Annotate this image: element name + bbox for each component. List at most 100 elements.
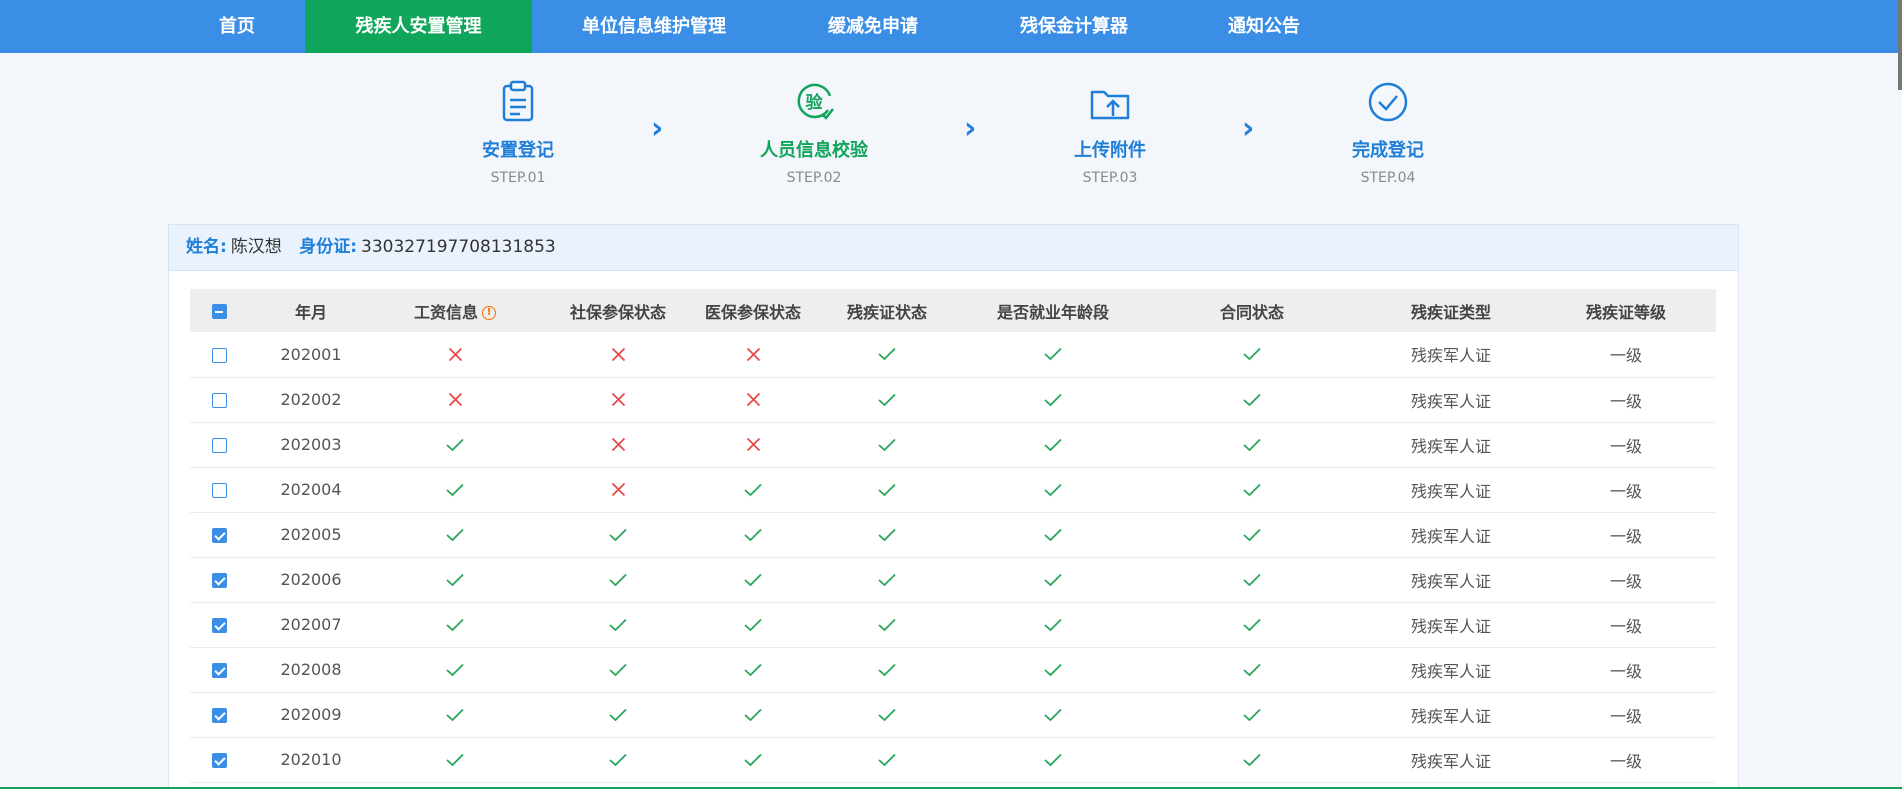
check-icon	[374, 483, 536, 497]
social-status-cell	[536, 377, 700, 423]
row-checkbox[interactable]	[211, 663, 227, 678]
nav-item-reduction-apply[interactable]: 缓减免申请	[818, 0, 928, 53]
check-icon	[968, 753, 1138, 767]
step-arrow-icon: ›	[964, 111, 977, 146]
check-icon	[700, 753, 806, 767]
row-select-cell	[190, 647, 248, 693]
window-edge	[1898, 0, 1902, 90]
row-checkbox[interactable]	[211, 347, 227, 363]
col-social: 社保参保状态	[536, 289, 700, 332]
cert-level-cell: 一级	[1536, 737, 1716, 783]
step-arrow-icon: ›	[651, 111, 664, 146]
check-icon	[806, 618, 968, 632]
step-number: STEP.02	[786, 170, 842, 186]
check-icon	[536, 663, 700, 677]
contract-status-cell	[1138, 467, 1366, 513]
col-age: 是否就业年龄段	[968, 289, 1138, 332]
contract-status-cell	[1138, 512, 1366, 558]
contract-status-cell	[1138, 737, 1366, 783]
table-row: 202008 残疾军人证 一级	[190, 647, 1716, 693]
row-checkbox[interactable]	[211, 393, 227, 408]
check-icon	[968, 393, 1138, 407]
row-checkbox[interactable]	[211, 528, 227, 543]
check-icon	[1138, 438, 1366, 452]
cross-icon	[700, 437, 806, 452]
person-info-bar: 姓名: 陈汉想 身份证: 330327197708131853	[168, 224, 1739, 271]
contract-status-cell	[1138, 602, 1366, 648]
nav-item-unit-info[interactable]: 单位信息维护管理	[568, 0, 740, 53]
table-body: 202001 残疾军人证 一级 202002 残疾军人证 一级 202003 残疾军人证 一级 2…	[190, 332, 1716, 783]
social-status-cell	[536, 692, 700, 738]
top-nav: 首页 残疾人安置管理 单位信息维护管理 缓减免申请 残保金计算器 通知公告	[0, 0, 1902, 53]
age-status-cell	[968, 737, 1138, 783]
nav-item-disabled-placement[interactable]: 残疾人安置管理	[305, 0, 532, 53]
row-select-cell	[190, 557, 248, 603]
cert-type-cell: 残疾军人证	[1366, 467, 1536, 513]
table-header-row: 年月 工资信息! 社保参保状态 医保参保状态 残疾证状态 是否就业年龄段 合同状…	[190, 289, 1716, 332]
check-icon	[700, 618, 806, 632]
row-select-cell	[190, 737, 248, 783]
salary-status-cell	[374, 737, 536, 783]
row-checkbox[interactable]	[211, 438, 227, 453]
cert-level-cell: 一级	[1536, 332, 1716, 378]
nav-item-home[interactable]: 首页	[193, 0, 281, 53]
row-select-cell	[190, 602, 248, 648]
table-row: 202009 残疾军人证 一级	[190, 692, 1716, 738]
row-checkbox[interactable]	[211, 753, 227, 768]
month-cell: 202002	[248, 377, 374, 423]
contract-status-cell	[1138, 647, 1366, 693]
cert-status-cell	[806, 737, 968, 783]
info-warning-icon[interactable]: !	[482, 306, 496, 320]
social-status-cell	[536, 737, 700, 783]
medical-status-cell	[700, 737, 806, 783]
step-arrow-icon: ›	[1242, 111, 1255, 146]
cert-level-cell: 一级	[1536, 467, 1716, 513]
check-icon	[806, 663, 968, 677]
select-all-checkbox[interactable]	[211, 304, 227, 319]
col-salary: 工资信息!	[374, 289, 536, 332]
check-icon	[968, 528, 1138, 542]
contract-status-cell	[1138, 557, 1366, 603]
svg-text:验: 验	[806, 92, 824, 113]
cross-icon	[374, 392, 536, 407]
table-row: 202001 残疾军人证 一级	[190, 332, 1716, 378]
check-icon	[806, 708, 968, 722]
month-cell: 202001	[248, 332, 374, 378]
cert-level-cell: 一级	[1536, 557, 1716, 603]
cert-level-cell: 一级	[1536, 692, 1716, 738]
row-checkbox[interactable]	[211, 573, 227, 588]
month-cell: 202005	[248, 512, 374, 558]
check-icon	[374, 438, 536, 452]
social-status-cell	[536, 647, 700, 693]
medical-status-cell	[700, 557, 806, 603]
check-icon	[700, 663, 806, 677]
col-cert-level: 残疾证等级	[1536, 289, 1716, 332]
col-salary-label: 工资信息	[413, 302, 478, 322]
cross-icon	[374, 347, 536, 362]
row-checkbox[interactable]	[211, 483, 227, 498]
age-status-cell	[968, 602, 1138, 648]
cert-type-cell: 残疾军人证	[1366, 602, 1536, 648]
age-status-cell	[968, 377, 1138, 423]
cert-level-cell: 一级	[1536, 512, 1716, 558]
table-row: 202006 残疾军人证 一级	[190, 557, 1716, 603]
check-icon	[536, 708, 700, 722]
cert-type-cell: 残疾军人证	[1366, 377, 1536, 423]
salary-status-cell	[374, 422, 536, 468]
step-3: 上传附件 STEP.03	[1000, 80, 1220, 186]
id-label: 身份证:	[299, 237, 358, 257]
row-select-cell	[190, 332, 248, 378]
month-cell: 202004	[248, 467, 374, 513]
cross-icon	[536, 347, 700, 362]
nav-item-calculator[interactable]: 残保金计算器	[1012, 0, 1136, 53]
cert-status-cell	[806, 377, 968, 423]
nav-item-notices[interactable]: 通知公告	[1216, 0, 1312, 53]
contract-status-cell	[1138, 422, 1366, 468]
row-checkbox[interactable]	[211, 618, 227, 633]
social-status-cell	[536, 332, 700, 378]
check-circle-icon	[1366, 80, 1410, 124]
row-checkbox[interactable]	[211, 708, 227, 723]
check-icon	[536, 573, 700, 587]
cert-type-cell: 残疾军人证	[1366, 332, 1536, 378]
medical-status-cell	[700, 422, 806, 468]
